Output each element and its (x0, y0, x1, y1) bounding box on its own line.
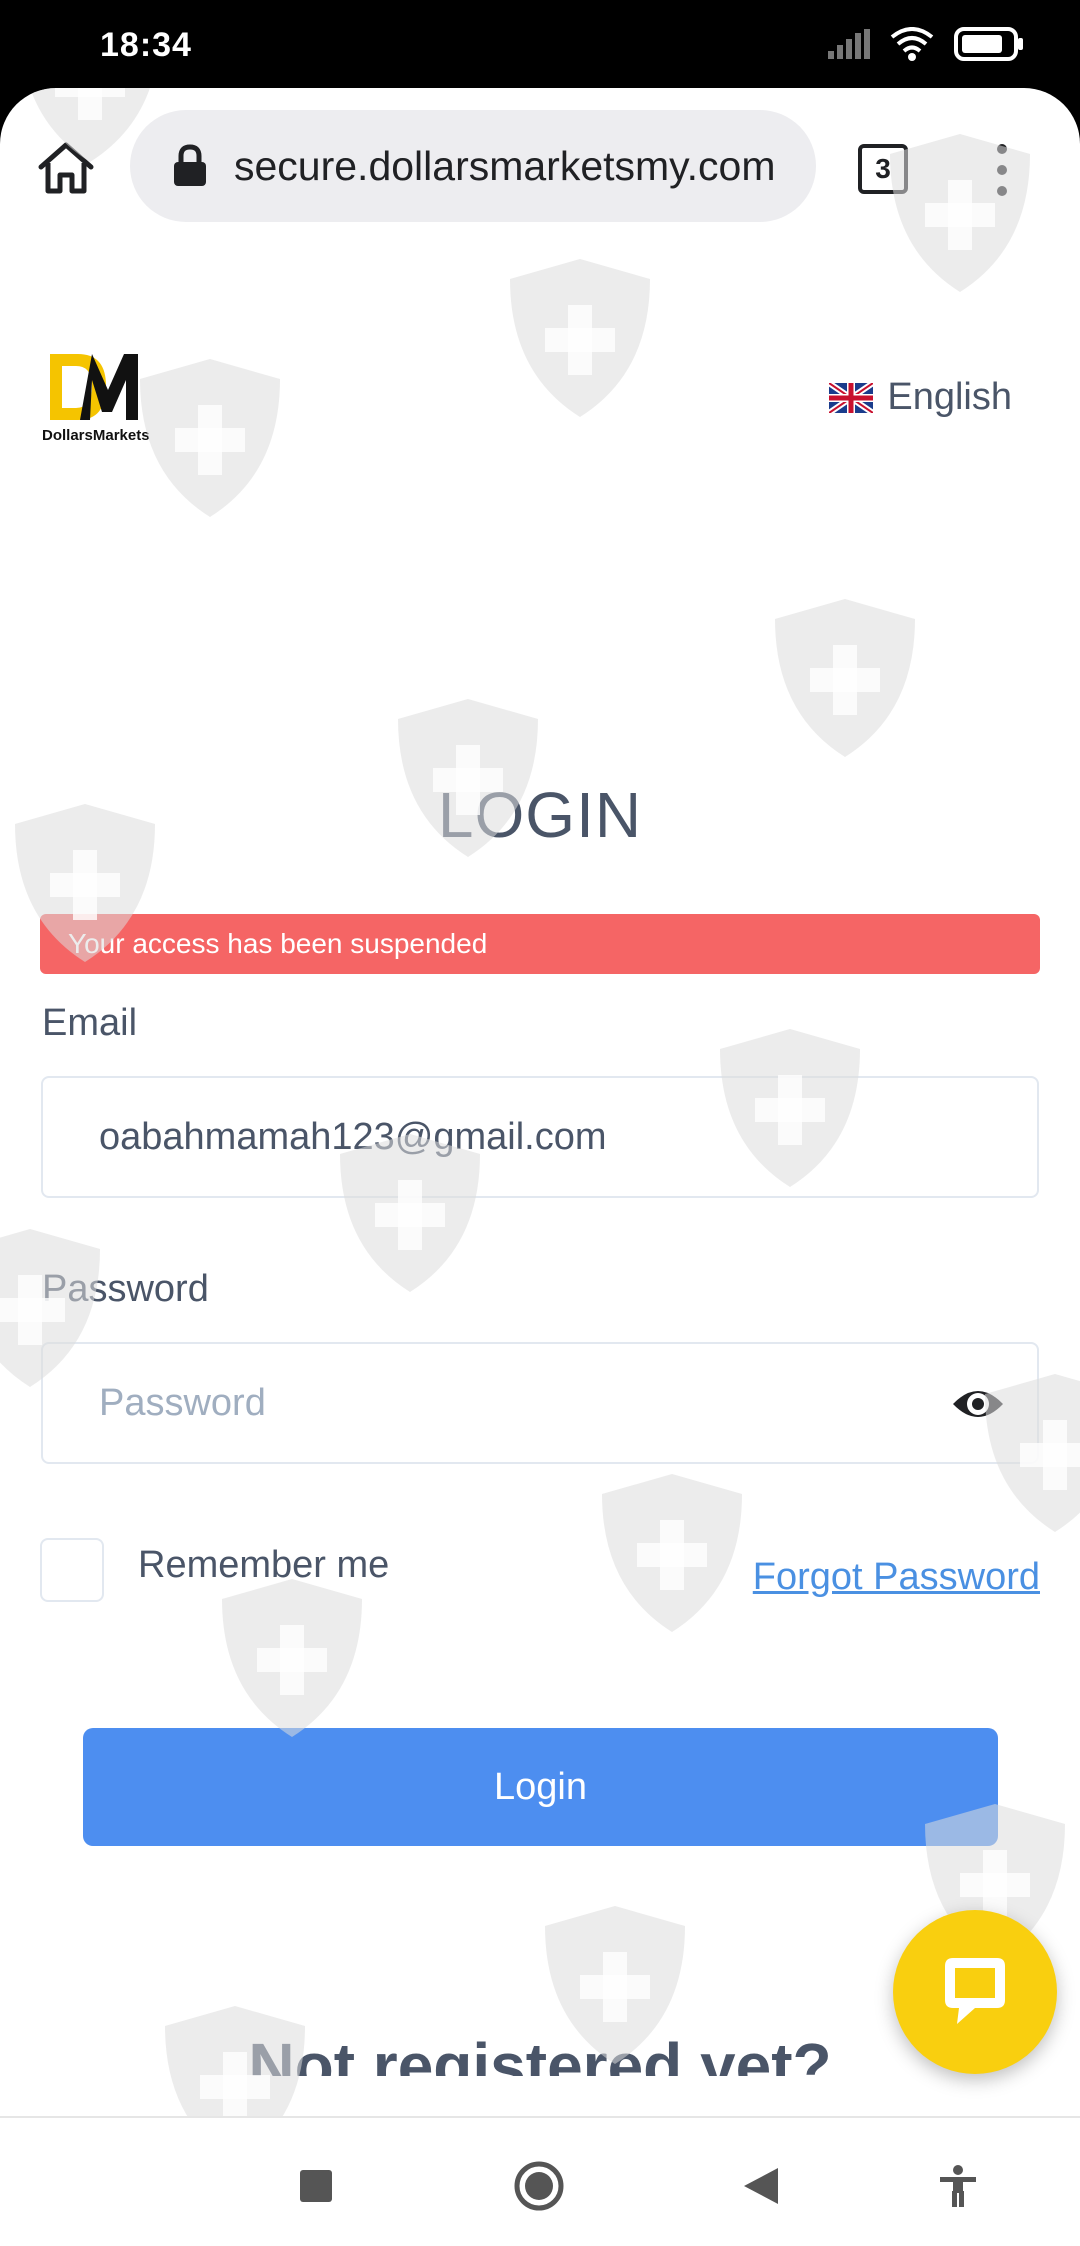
home-icon (38, 142, 94, 194)
menu-dot (997, 165, 1007, 175)
wifi-icon (890, 26, 934, 66)
status-time: 18:34 (100, 26, 192, 64)
back-icon (744, 2168, 778, 2204)
watermark-shield-icon (775, 599, 915, 757)
menu-dot (997, 186, 1007, 196)
home-circle-icon (514, 2161, 564, 2211)
password-field-container (41, 1342, 1039, 1464)
remember-me-label: Remember me (138, 1544, 390, 1586)
register-heading-text: Not registered yet? (248, 2030, 832, 2076)
recents-button[interactable] (288, 2158, 344, 2214)
accessibility-button[interactable] (930, 2158, 986, 2214)
recents-icon (300, 2170, 332, 2202)
signal-icon (828, 28, 870, 64)
show-password-toggle[interactable] (951, 1382, 1005, 1426)
language-selector[interactable]: English (829, 376, 1012, 419)
browser-toolbar: secure.dollarsmarketsmy.com 3 (0, 88, 1080, 248)
email-field[interactable] (99, 1115, 919, 1159)
language-label: English (887, 376, 1012, 418)
status-bar: 18:34 (0, 0, 1080, 90)
browser-page: secure.dollarsmarketsmy.com 3 DollarsMar… (0, 88, 1080, 2246)
watermark-shield-icon (222, 1579, 362, 1737)
eye-icon (953, 1391, 1003, 1417)
accessibility-icon (940, 2165, 976, 2207)
live-chat-button[interactable] (893, 1910, 1057, 2074)
url-bar[interactable]: secure.dollarsmarketsmy.com (130, 110, 816, 222)
lock-icon (174, 144, 206, 186)
password-field[interactable] (99, 1381, 919, 1425)
email-field-container (41, 1076, 1039, 1198)
chat-bubble-icon (945, 1958, 1005, 2024)
login-button[interactable]: Login (83, 1728, 998, 1846)
menu-dot (997, 144, 1007, 154)
back-button[interactable] (733, 2158, 789, 2214)
home-nav-button[interactable] (511, 2158, 567, 2214)
system-nav-bar (0, 2116, 1080, 2246)
screen: 18:34 secure.dollarsmarketsmy.com 3 Doll… (0, 0, 1080, 2246)
watermark-shield-icon (602, 1474, 742, 1632)
password-label: Password (42, 1268, 209, 1310)
watermark-shield-icon (510, 259, 650, 417)
logo-text: DollarsMarkets (42, 427, 150, 444)
login-title: LOGIN (437, 779, 643, 851)
email-label: Email (42, 1002, 138, 1044)
watermark-shield-icon (140, 359, 280, 517)
error-alert: Your access has been suspended (40, 914, 1040, 974)
battery-icon (954, 26, 1024, 66)
uk-flag-icon (829, 382, 874, 413)
forgot-password-link[interactable]: Forgot Password (753, 1556, 1040, 1599)
home-button[interactable] (34, 136, 98, 200)
dollarsmarkets-logo[interactable]: DollarsMarkets (40, 350, 150, 446)
remember-me-checkbox[interactable] (40, 1538, 104, 1602)
status-icons (828, 24, 1024, 68)
tab-switcher-button[interactable]: 3 (858, 144, 908, 194)
url-text: secure.dollarsmarketsmy.com (234, 142, 776, 189)
menu-dots-icon[interactable] (980, 144, 1024, 196)
